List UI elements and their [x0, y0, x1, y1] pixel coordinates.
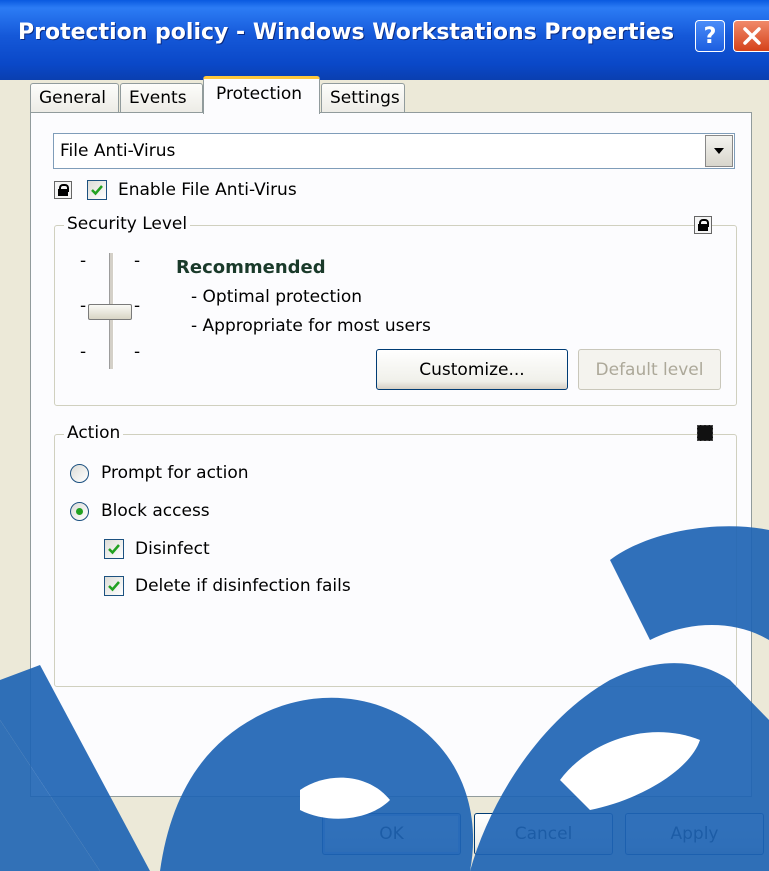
ok-button[interactable]: OK — [322, 813, 461, 855]
security-level-desc-1: - Optimal protection — [191, 287, 363, 307]
customize-button-label: Customize... — [419, 359, 525, 380]
lock-icon[interactable] — [54, 181, 72, 199]
dropdown-button[interactable] — [705, 135, 733, 167]
disinfect-label-text: Disinfect — [135, 539, 210, 559]
checkmark-icon — [91, 185, 103, 196]
cancel-button[interactable]: Cancel — [474, 813, 613, 855]
enable-checkbox[interactable] — [87, 180, 107, 200]
chip-icon[interactable] — [697, 425, 713, 441]
security-level-name: Recommended — [176, 257, 326, 278]
dialog-body: General Events Protection Settings File … — [0, 76, 769, 871]
component-select[interactable]: File Anti-Virus — [53, 133, 735, 169]
chevron-down-icon — [714, 148, 724, 154]
apply-button[interactable]: Apply — [625, 813, 764, 855]
block-label[interactable]: Block access — [101, 501, 210, 521]
prompt-radio[interactable] — [70, 464, 89, 483]
help-button[interactable]: ? — [695, 20, 725, 52]
block-label-text: Block access — [101, 501, 210, 521]
help-icon: ? — [703, 23, 717, 49]
security-level-desc-2: - Appropriate for most users — [191, 316, 431, 336]
title-bar[interactable]: Protection policy - Windows Workstations… — [0, 0, 769, 80]
default-level-button[interactable]: Default level — [578, 349, 721, 390]
slider-tick: - — [134, 251, 141, 271]
delete-checkbox[interactable] — [104, 576, 124, 596]
security-level-title: Security Level — [64, 214, 191, 234]
checkmark-icon — [108, 544, 120, 555]
enable-label-text: Enable File Anti-Virus — [118, 180, 297, 200]
tab-protection[interactable]: Protection — [203, 76, 320, 114]
delete-label[interactable]: Delete if disinfection fails — [135, 576, 351, 596]
tab-protection-label: Protection — [216, 84, 303, 104]
tab-events[interactable]: Events — [120, 83, 203, 113]
block-radio[interactable] — [70, 502, 89, 521]
delete-label-text: Delete if disinfection fails — [135, 576, 351, 596]
slider-tick: - — [80, 251, 87, 271]
close-icon — [742, 27, 761, 45]
disinfect-checkbox[interactable] — [104, 539, 124, 559]
slider-thumb[interactable] — [88, 304, 132, 320]
prompt-label-text: Prompt for action — [101, 463, 249, 483]
slider-tick: - — [134, 296, 141, 316]
lock-icon-security[interactable] — [694, 216, 712, 234]
tab-settings-label: Settings — [330, 88, 400, 108]
action-title: Action — [64, 423, 124, 443]
tab-settings[interactable]: Settings — [321, 83, 405, 113]
protection-panel: File Anti-Virus Enable File Anti-Virus S… — [30, 112, 752, 797]
tab-general-label: General — [39, 88, 106, 108]
slider-tick: - — [80, 342, 87, 362]
cancel-button-label: Cancel — [514, 824, 573, 844]
close-button[interactable] — [733, 20, 769, 52]
slider-tick: - — [80, 296, 87, 316]
tab-events-label: Events — [129, 88, 187, 108]
disinfect-label[interactable]: Disinfect — [135, 539, 210, 559]
default-level-button-label: Default level — [595, 359, 704, 380]
tab-general[interactable]: General — [30, 83, 119, 113]
component-select-value: File Anti-Virus — [60, 141, 176, 161]
customize-button[interactable]: Customize... — [376, 349, 568, 390]
apply-button-label: Apply — [670, 824, 719, 844]
window-title: Protection policy - Windows Workstations… — [18, 20, 675, 45]
enable-label[interactable]: Enable File Anti-Virus — [118, 180, 297, 200]
radio-selected-dot — [76, 508, 83, 515]
dialog-buttons: OK Cancel Apply — [0, 797, 769, 871]
checkmark-icon — [108, 581, 120, 592]
security-level-slider[interactable]: - - - - - - — [75, 251, 155, 371]
slider-tick: - — [134, 342, 141, 362]
ok-button-label: OK — [379, 824, 404, 844]
prompt-label[interactable]: Prompt for action — [101, 463, 249, 483]
